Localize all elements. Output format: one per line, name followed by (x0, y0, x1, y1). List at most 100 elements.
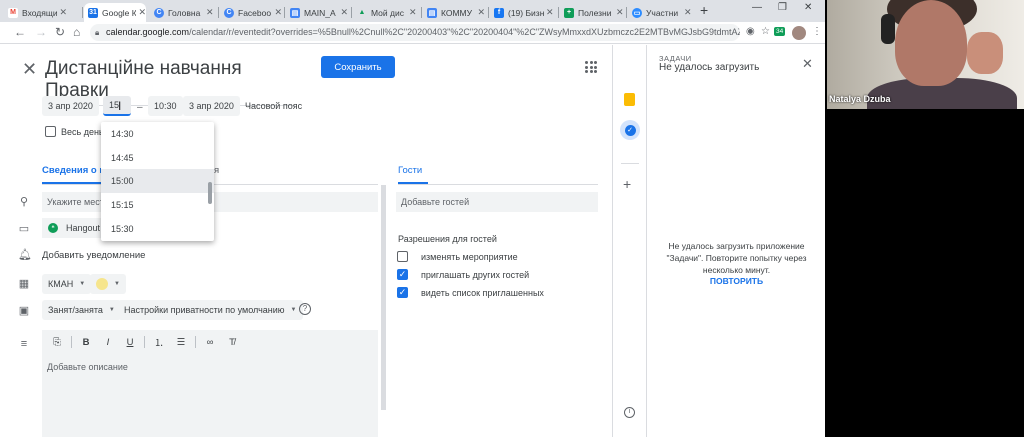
screen: M Входящи ✕ 31 Google К ✕ C Головна ✕ C … (0, 0, 1024, 437)
tab-guests[interactable]: Гости (398, 165, 422, 176)
all-day-checkbox[interactable] (45, 126, 56, 137)
time-option-selected[interactable]: 15:00 (101, 169, 214, 193)
time-option[interactable]: 14:45 (101, 146, 214, 170)
calendar-owner: КМАН (48, 279, 74, 289)
scrollbar-thumb[interactable] (381, 185, 386, 410)
retry-button[interactable]: ПОВТОРИТЬ (647, 276, 825, 286)
browser-tab-8[interactable]: + Полезни ✕ (560, 3, 624, 22)
end-date-chip[interactable]: 3 апр 2020 (183, 96, 240, 116)
minimize-icon[interactable]: — (752, 2, 762, 13)
close-icon[interactable]: ✕ (274, 7, 282, 18)
url-input[interactable]: 🔒︎ calendar.google.com/calendar/r/evente… (90, 24, 740, 41)
tab-separator (351, 7, 352, 18)
browser-tab-3[interactable]: C Faceboo ✕ (220, 3, 282, 22)
participant-video-tile: Natalya Dzuba (827, 0, 1024, 109)
forward-arrow-icon[interactable]: → (35, 25, 47, 39)
eye-icon[interactable]: ◉ (746, 26, 755, 37)
briefcase-icon: ▣ (18, 305, 30, 317)
close-icon[interactable]: ✕ (59, 7, 67, 18)
browser-tab-9[interactable]: ▭ Участни ✕ (628, 3, 696, 22)
restore-icon[interactable]: ❐ (778, 2, 787, 13)
new-tab-button[interactable]: + (700, 2, 708, 18)
browser-tab-7[interactable]: f (19) Бизн ✕ (490, 3, 556, 22)
tab-label: Головна (168, 7, 201, 18)
start-date-chip[interactable]: 3 апр 2020 (42, 96, 99, 116)
browser-tab-4[interactable]: ▤ MAIN_A ✕ (286, 3, 348, 22)
format-toolbar: ⎘ B I U ⒈ ☰ ∞ T̸ (42, 330, 378, 354)
checkbox[interactable]: ✓ (397, 269, 408, 280)
start-time-input[interactable]: 15 (103, 96, 131, 116)
calendar-icon: ▦ (18, 278, 30, 290)
menu-dots-icon[interactable]: ⋮ (812, 26, 822, 37)
time-option[interactable]: 14:30 (101, 122, 214, 146)
help-icon[interactable]: ? (299, 303, 311, 315)
attachment-icon[interactable]: ⎘ (46, 331, 68, 353)
timezone-link[interactable]: Часовой пояс (245, 101, 302, 111)
numbered-list-icon[interactable]: ⒈ (148, 331, 170, 353)
save-button[interactable]: Сохранить (321, 56, 395, 78)
participant-face (895, 0, 967, 86)
extension-badge[interactable]: 34 (774, 27, 786, 36)
checkbox[interactable] (397, 251, 408, 262)
close-icon[interactable]: ✕ (616, 7, 624, 18)
event-color-select[interactable]: ▼ (90, 274, 126, 294)
star-icon[interactable]: ☆ (761, 26, 770, 37)
participant-name: Natalya Dzuba (829, 94, 891, 104)
close-editor-icon[interactable]: ✕ (22, 59, 37, 80)
description-editor[interactable]: ⎘ B I U ⒈ ☰ ∞ T̸ Добавьте описание (42, 330, 378, 437)
home-icon[interactable]: ⌂ (73, 25, 80, 39)
dropdown-scrollbar-thumb[interactable] (208, 182, 212, 204)
tab-find-time[interactable]: я (214, 165, 219, 176)
caret-down-icon: ▼ (79, 281, 86, 287)
close-window-icon[interactable]: ✕ (804, 2, 812, 13)
calendar-event-editor: ✕ Дистанційне навчання Правки Сохранить … (0, 45, 825, 437)
privacy-select[interactable]: Настройки приватности по умолчанию ▼ (118, 300, 303, 320)
bulleted-list-icon[interactable]: ☰ (170, 331, 192, 353)
add-hangouts-button[interactable]: ❝ Hangout (42, 218, 107, 238)
italic-button[interactable]: I (97, 331, 119, 353)
end-time-chip[interactable]: 10:30 (148, 96, 183, 116)
add-guests-input[interactable]: Добавьте гостей (396, 192, 598, 212)
time-option[interactable]: 15:15 (101, 193, 214, 217)
close-icon[interactable]: ✕ (684, 7, 692, 18)
profile-avatar[interactable] (792, 26, 806, 40)
add-addon-icon[interactable]: + (623, 176, 631, 192)
checkbox[interactable]: ✓ (397, 287, 408, 298)
hangouts-icon: ❝ (48, 223, 58, 233)
browser-tab-2[interactable]: C Головна ✕ (150, 3, 216, 22)
close-icon[interactable]: ✕ (546, 7, 554, 18)
keep-icon[interactable] (624, 93, 635, 106)
details-scrollbar[interactable] (381, 185, 386, 410)
tab-label: Faceboo (238, 7, 272, 18)
add-notification-link[interactable]: Добавить уведомление (42, 250, 145, 261)
start-time-dropdown[interactable]: 14:30 14:45 15:00 15:15 15:30 (101, 122, 214, 241)
availability-select[interactable]: Занят/занята ▼ (42, 300, 121, 320)
rail-divider (621, 163, 639, 164)
calendar-select[interactable]: КМАН ▼ (42, 274, 92, 294)
browser-tab-1[interactable]: 31 Google К ✕ (84, 3, 146, 22)
reload-icon[interactable]: ↻ (55, 25, 65, 39)
toolbar-separator (144, 336, 145, 348)
close-icon[interactable]: ✕ (802, 56, 813, 72)
close-icon[interactable]: ✕ (206, 7, 214, 18)
hangouts-label: Hangout (66, 223, 101, 233)
apps-grid-icon[interactable] (585, 61, 597, 73)
close-icon[interactable]: ✕ (340, 7, 348, 18)
time-option[interactable]: 15:30 (101, 217, 214, 241)
close-icon[interactable]: ✕ (409, 7, 417, 18)
close-icon[interactable]: ✕ (138, 7, 146, 18)
browser-tab-5[interactable]: ▲ Мой дис ✕ (353, 3, 419, 22)
info-icon[interactable]: i (624, 407, 635, 418)
url-path: /calendar/r/eventedit?overrides=%5Bnull%… (189, 27, 740, 37)
link-icon[interactable]: ∞ (199, 331, 221, 353)
back-arrow-icon[interactable]: ← (14, 25, 26, 39)
browser-tab-0[interactable]: M Входящи ✕ (4, 3, 67, 22)
underline-button[interactable]: U (119, 331, 141, 353)
address-bar: ← → ↻ ⌂ 🔒︎ calendar.google.com/calendar/… (0, 22, 825, 44)
browser-tab-6[interactable]: ▤ КОММУ ✕ (423, 3, 485, 22)
tab-label: MAIN_A (304, 7, 336, 18)
close-icon[interactable]: ✕ (477, 7, 485, 18)
clear-formatting-icon[interactable]: T̸ (221, 331, 243, 353)
tasks-icon[interactable]: ✓ (620, 120, 640, 140)
bold-button[interactable]: B (75, 331, 97, 353)
